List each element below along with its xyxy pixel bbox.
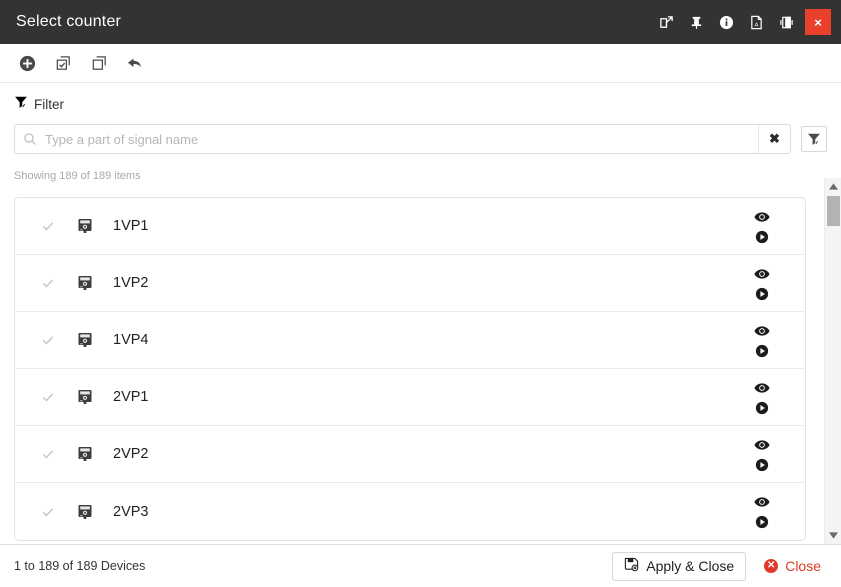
dialog-footer: 1 to 189 of 189 Devices Apply & Close ✕ … — [0, 544, 841, 587]
list-item[interactable]: 2VP2 — [15, 426, 805, 483]
device-icon — [75, 502, 94, 521]
check-icon[interactable] — [37, 219, 59, 233]
filter-section-header: Filter — [0, 83, 841, 120]
scroll-down-icon[interactable] — [825, 527, 841, 544]
list-item-actions — [753, 312, 771, 369]
search-field-wrapper: ✖ — [14, 124, 791, 154]
close-icon[interactable]: × — [805, 9, 831, 35]
list-item[interactable]: 2VP3 — [15, 483, 805, 540]
counter-list-scroll-area: 1VP1 1VP2 1VP4 2VP1 2VP2 2VP3 — [14, 197, 806, 544]
add-icon[interactable] — [16, 52, 38, 74]
play-icon[interactable] — [753, 342, 771, 359]
device-icon — [75, 274, 94, 293]
close-button[interactable]: ✕ Close — [760, 558, 825, 574]
list-item-label: 2VP2 — [113, 446, 149, 462]
scrollbar-thumb[interactable] — [827, 196, 840, 226]
filter-settings-button[interactable] — [801, 126, 827, 152]
list-item-actions — [753, 483, 771, 540]
list-scrollbar[interactable] — [824, 178, 841, 544]
filter-label: Filter — [34, 97, 64, 112]
list-item-label: 2VP3 — [113, 503, 149, 520]
counter-list: 1VP1 1VP2 1VP4 2VP1 2VP2 2VP3 — [14, 197, 806, 541]
footer-status-text: 1 to 189 of 189 Devices — [14, 559, 146, 573]
apply-and-close-button[interactable]: Apply & Close — [612, 551, 747, 581]
svg-text:A: A — [754, 22, 758, 28]
save-icon — [624, 557, 639, 575]
showing-count-text: Showing 189 of 189 items — [14, 170, 141, 182]
eye-icon[interactable] — [753, 322, 771, 339]
footer-actions: Apply & Close ✕ Close — [612, 551, 825, 581]
info-icon[interactable] — [715, 9, 737, 35]
check-icon[interactable] — [37, 505, 59, 519]
play-icon[interactable] — [753, 285, 771, 302]
eye-icon[interactable] — [753, 265, 771, 282]
select-counter-dialog: Select counter A × Filter Type a part of… — [0, 0, 841, 587]
page-title: Select counter — [16, 13, 122, 30]
list-item-actions — [753, 369, 771, 426]
eye-icon[interactable] — [753, 493, 771, 510]
close-button-label: Close — [785, 558, 821, 574]
list-item-label: 1VP2 — [113, 275, 149, 291]
select-all-icon[interactable] — [52, 52, 74, 74]
play-icon[interactable] — [753, 456, 771, 473]
list-item-label: 1VP4 — [113, 332, 149, 348]
dock-split-icon[interactable] — [775, 9, 797, 35]
list-item-actions — [753, 198, 771, 255]
list-item-label: 1VP1 — [113, 218, 149, 234]
device-icon — [75, 331, 94, 350]
play-icon[interactable] — [753, 513, 771, 530]
eye-icon[interactable] — [753, 436, 771, 453]
scroll-up-icon[interactable] — [825, 178, 841, 195]
check-icon[interactable] — [37, 333, 59, 347]
search-input[interactable] — [45, 126, 758, 152]
copy-icon[interactable] — [88, 52, 110, 74]
dialog-titlebar: Select counter A × — [0, 0, 841, 44]
clear-search-button[interactable]: ✖ — [758, 125, 790, 153]
device-icon — [75, 388, 94, 407]
filter-search-row: ✖ — [0, 120, 841, 154]
dialog-toolbar — [0, 44, 841, 83]
pdf-icon[interactable]: A — [745, 9, 767, 35]
check-icon[interactable] — [37, 276, 59, 290]
apply-and-close-label: Apply & Close — [646, 558, 735, 574]
list-item-actions — [753, 255, 771, 312]
check-icon[interactable] — [37, 390, 59, 404]
list-item-actions — [753, 426, 771, 483]
popout-icon[interactable] — [655, 9, 677, 35]
list-item[interactable]: 1VP2 — [15, 255, 805, 312]
list-item[interactable]: 1VP4 — [15, 312, 805, 369]
play-icon[interactable] — [753, 399, 771, 416]
eye-icon[interactable] — [753, 379, 771, 396]
play-icon[interactable] — [753, 228, 771, 245]
eye-icon[interactable] — [753, 208, 771, 225]
check-icon[interactable] — [37, 447, 59, 461]
counter-list-region: Showing 189 of 189 items 1VP1 1VP2 1VP4 … — [0, 170, 841, 544]
search-icon — [15, 125, 45, 153]
list-item-label: 2VP1 — [113, 389, 149, 405]
titlebar-actions: A × — [655, 0, 841, 44]
device-icon — [75, 217, 94, 236]
list-item[interactable]: 1VP1 — [15, 198, 805, 255]
filter-icon — [14, 95, 28, 114]
close-circle-icon: ✕ — [764, 559, 779, 573]
undo-icon[interactable] — [124, 52, 146, 74]
list-item[interactable]: 2VP1 — [15, 369, 805, 426]
pin-icon[interactable] — [685, 9, 707, 35]
device-icon — [75, 445, 94, 464]
